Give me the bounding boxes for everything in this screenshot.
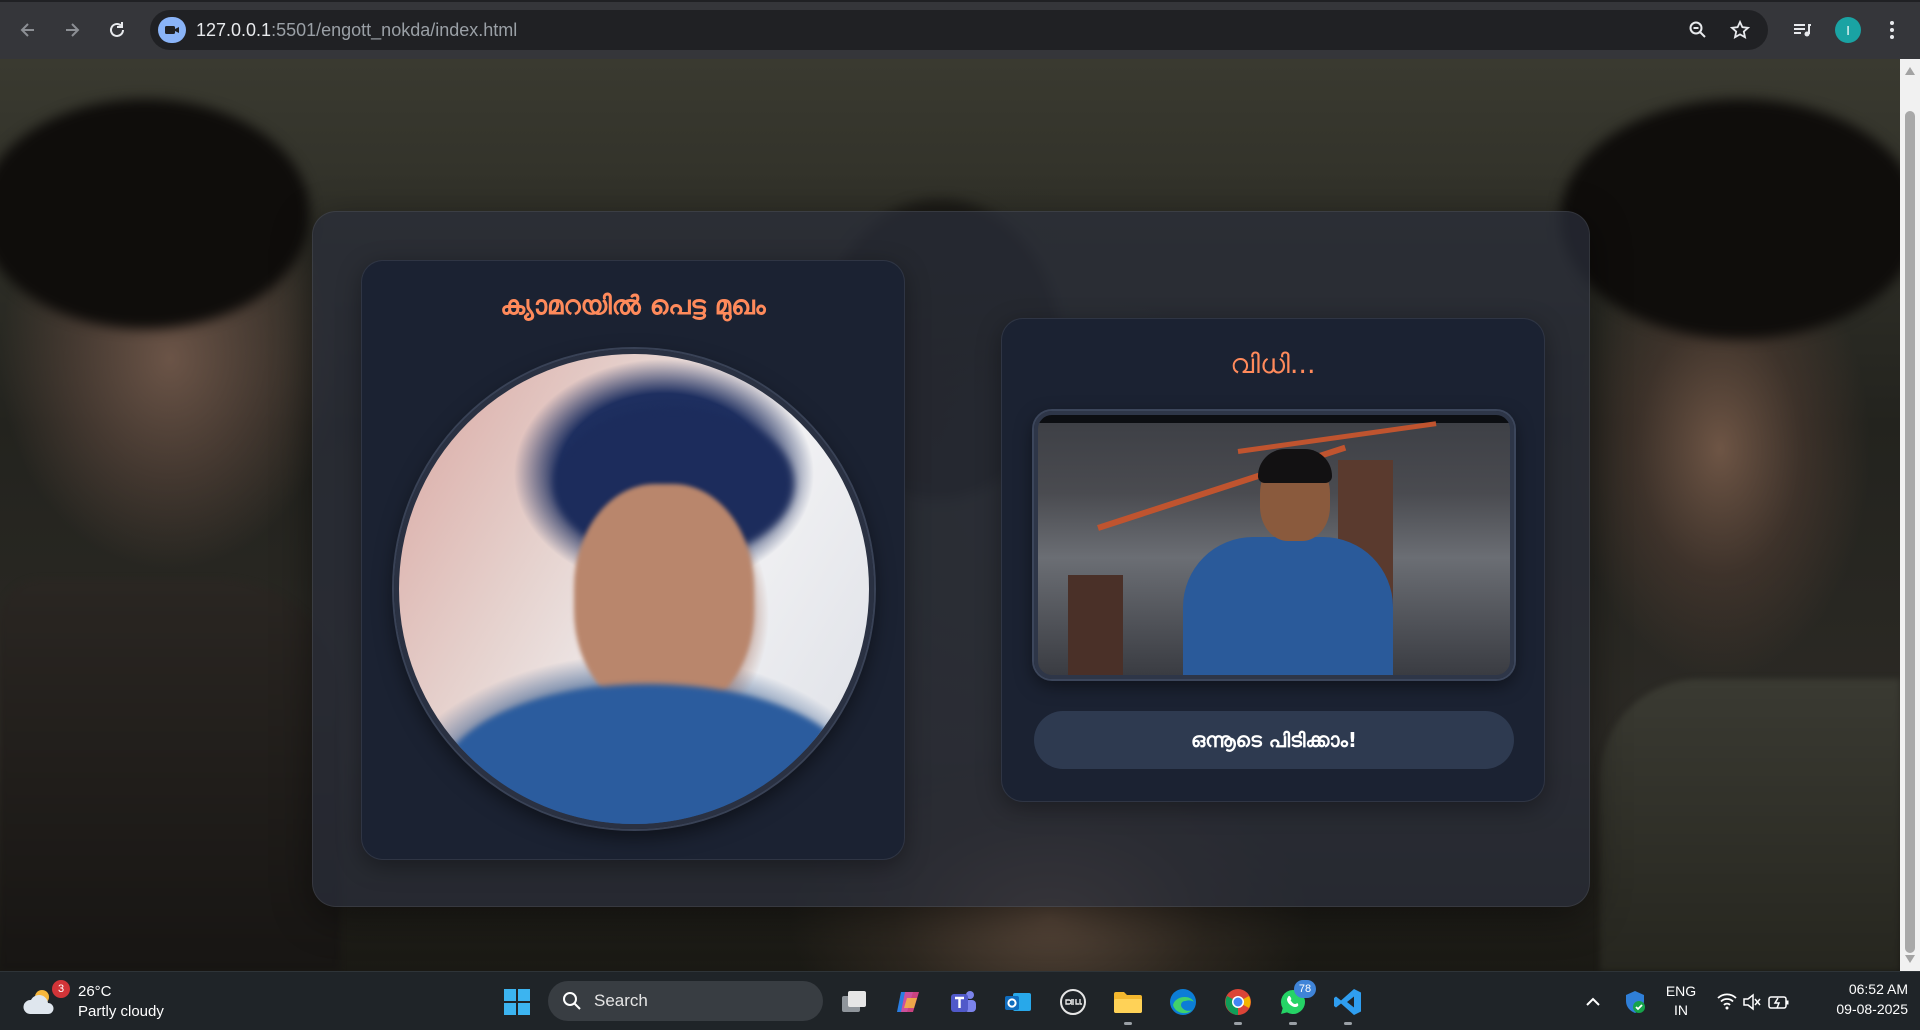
reload-icon xyxy=(110,22,124,37)
dell-logo-icon xyxy=(1060,989,1086,1015)
weather-temperature: 26°C xyxy=(78,983,112,1000)
edge-button[interactable] xyxy=(1167,986,1199,1018)
partly-cloudy-icon xyxy=(23,990,54,1014)
file-explorer-button[interactable] xyxy=(1112,986,1144,1018)
vscode-icon xyxy=(1334,989,1361,1015)
taskbar-search-label: Search xyxy=(594,991,648,1010)
browser-menu-button[interactable] xyxy=(1876,14,1908,46)
result-video[interactable] xyxy=(1034,411,1514,679)
running-indicator xyxy=(1289,1022,1297,1025)
back-button[interactable] xyxy=(12,14,44,46)
zoom-button[interactable] xyxy=(1686,18,1710,42)
media-controls-button[interactable] xyxy=(1786,14,1818,46)
dell-app-button[interactable] xyxy=(1057,986,1089,1018)
forward-button[interactable] xyxy=(56,14,88,46)
browser-toolbar: 127.0.0.1:5501/engott_nokda/index.html I xyxy=(0,0,1920,59)
clock-date: 09-08-2025 xyxy=(1836,1001,1908,1017)
bookmark-button[interactable] xyxy=(1728,18,1752,42)
arrow-left-icon xyxy=(20,23,34,37)
weather-widget[interactable]: 3 26°C Partly cloudy xyxy=(14,972,164,1030)
reload-button[interactable] xyxy=(101,14,133,46)
task-view-button[interactable] xyxy=(838,986,870,1018)
vscode-button[interactable] xyxy=(1332,986,1364,1018)
media-queue-icon xyxy=(1794,24,1811,37)
wifi-icon xyxy=(1717,993,1737,1010)
volume-muted-icon xyxy=(1743,993,1761,1011)
chevron-up-icon xyxy=(1586,997,1600,1006)
weather-condition: Partly cloudy xyxy=(78,1003,164,1020)
page-viewport: ക്യാമറയിൽ പെട്ട മുഖം വിധി... ഒന്നൂടെ പിട… xyxy=(0,59,1900,971)
url-host: 127.0.0.1 xyxy=(196,20,272,40)
star-icon xyxy=(1730,20,1750,39)
retry-button[interactable]: ഒന്നൂടെ പിടിക്കാം! xyxy=(1034,711,1514,769)
chrome-icon xyxy=(1225,989,1251,1015)
start-button[interactable] xyxy=(501,986,533,1018)
captured-face-title: ക്യാമറയിൽ പെട്ട മുഖം xyxy=(500,291,766,321)
site-info-icon[interactable] xyxy=(158,17,186,43)
battery-charging-icon xyxy=(1768,996,1789,1009)
show-hidden-icons-button[interactable] xyxy=(1577,986,1609,1018)
region-code: IN xyxy=(1674,1002,1688,1018)
url-path: :5501/engott_nokda/index.html xyxy=(271,20,518,40)
zoom-icon xyxy=(1689,21,1706,38)
url-text: 127.0.0.1:5501/engott_nokda/index.html xyxy=(196,20,517,41)
app-container: ക്യാമറയിൽ പെട്ട മുഖം വിധി... ഒന്നൂടെ പിട… xyxy=(312,211,1590,907)
webcam-capture-image xyxy=(394,349,874,829)
chrome-button[interactable] xyxy=(1222,986,1254,1018)
search-icon xyxy=(563,992,581,1010)
teams-button[interactable] xyxy=(947,986,979,1018)
arrow-right-icon xyxy=(66,23,80,37)
profile-avatar[interactable]: I xyxy=(1835,17,1861,43)
windows-logo-icon xyxy=(504,989,530,1015)
scroll-up-arrow[interactable] xyxy=(1905,67,1915,75)
shield-check-icon xyxy=(1626,991,1645,1013)
running-indicator xyxy=(1234,1022,1242,1025)
task-view-icon xyxy=(842,991,866,1012)
scroll-down-arrow[interactable] xyxy=(1905,955,1915,963)
taskbar-search[interactable]: Search xyxy=(548,981,823,1021)
folder-icon xyxy=(1114,992,1142,1013)
scroll-thumb[interactable] xyxy=(1905,111,1915,953)
running-indicator xyxy=(1344,1022,1352,1025)
quick-settings-button[interactable] xyxy=(1712,986,1792,1018)
taskbar: 3 26°C Partly cloudy Search 78 ENG IN 06… xyxy=(0,971,1920,1030)
outlook-button[interactable] xyxy=(1002,986,1034,1018)
edge-icon xyxy=(1170,989,1196,1015)
language-code: ENG xyxy=(1665,983,1697,999)
fate-title: വിധി... xyxy=(1230,349,1316,380)
running-indicator xyxy=(1124,1022,1132,1025)
fate-card: വിധി... ഒന്നൂടെ പിടിക്കാം! xyxy=(1001,318,1545,802)
clock-time: 06:52 AM xyxy=(1848,981,1908,997)
captured-face-card: ക്യാമറയിൽ പെട്ട മുഖം xyxy=(361,260,905,860)
language-indicator[interactable]: ENG IN xyxy=(1660,983,1702,1023)
weather-alert-badge: 3 xyxy=(52,980,70,998)
outlook-icon xyxy=(1005,993,1031,1011)
page-scrollbar[interactable] xyxy=(1900,59,1920,971)
clock[interactable]: 06:52 AM 09-08-2025 xyxy=(1808,981,1908,1023)
more-vertical-icon xyxy=(1890,21,1894,39)
security-tray-button[interactable] xyxy=(1619,986,1651,1018)
teams-icon xyxy=(951,991,976,1012)
copilot-icon xyxy=(897,992,919,1012)
whatsapp-unread-badge: 78 xyxy=(1294,980,1316,998)
video-camera-icon xyxy=(165,26,179,34)
copilot-button[interactable] xyxy=(892,986,924,1018)
tab-strip-edge xyxy=(0,0,1920,2)
address-bar[interactable]: 127.0.0.1:5501/engott_nokda/index.html xyxy=(150,10,1768,50)
